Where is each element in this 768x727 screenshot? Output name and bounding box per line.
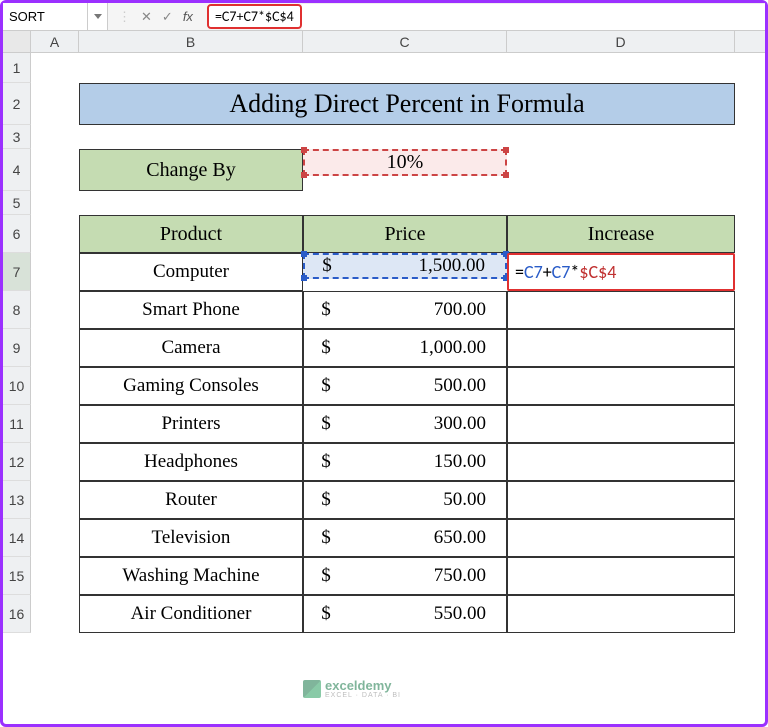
- cell-increase[interactable]: [507, 367, 735, 405]
- chevron-down-icon: [94, 14, 102, 19]
- change-by-value[interactable]: 10%: [303, 149, 507, 176]
- watermark-sub: EXCEL · DATA · BI: [325, 692, 401, 699]
- formula-controls: ⋮ ✕ ✓ fx: [108, 3, 203, 30]
- formula-star: *: [570, 261, 579, 283]
- cell-price-selected[interactable]: $ 1,500.00: [303, 253, 507, 279]
- header-price[interactable]: Price: [303, 215, 507, 253]
- currency-symbol: $: [315, 255, 339, 277]
- cell-product[interactable]: Printers: [79, 405, 303, 443]
- cell-increase[interactable]: [507, 329, 735, 367]
- cell-price[interactable]: $1,000.00: [303, 329, 507, 367]
- row-header-7[interactable]: 7: [3, 253, 31, 291]
- cell-product[interactable]: Washing Machine: [79, 557, 303, 595]
- formula-bar: SORT ⋮ ✕ ✓ fx =C7+C7*$C$4: [3, 3, 765, 31]
- accept-icon[interactable]: ✓: [162, 9, 173, 25]
- col-header-B[interactable]: B: [79, 31, 303, 52]
- header-increase[interactable]: Increase: [507, 215, 735, 253]
- cell-increase[interactable]: [507, 481, 735, 519]
- cell-product[interactable]: Television: [79, 519, 303, 557]
- cell-price[interactable]: $750.00: [303, 557, 507, 595]
- formula-ref-c7b: C7: [552, 261, 571, 283]
- spreadsheet-grid: A B C D 1 2 Adding Direct Percent in For…: [3, 31, 765, 633]
- column-headers: A B C D: [3, 31, 765, 53]
- row-header-2[interactable]: 2: [3, 83, 31, 125]
- fx-icon[interactable]: fx: [183, 9, 193, 24]
- select-all-corner[interactable]: [3, 31, 31, 52]
- cell-product[interactable]: Headphones: [79, 443, 303, 481]
- formula-ref-c4: $C$4: [579, 261, 616, 283]
- cell-product[interactable]: Smart Phone: [79, 291, 303, 329]
- row-header-9[interactable]: 9: [3, 329, 31, 367]
- formula-input[interactable]: =C7+C7*$C$4: [207, 4, 302, 29]
- cell-increase[interactable]: [507, 291, 735, 329]
- formula-plus: +: [543, 261, 552, 283]
- cell-price[interactable]: $50.00: [303, 481, 507, 519]
- cell-product[interactable]: Router: [79, 481, 303, 519]
- cell-product[interactable]: Computer: [79, 253, 303, 291]
- col-header-C[interactable]: C: [303, 31, 507, 52]
- watermark-name: exceldemy: [325, 679, 401, 692]
- watermark-logo: exceldemy EXCEL · DATA · BI: [303, 679, 401, 699]
- row-header-4[interactable]: 4: [3, 149, 31, 191]
- cell-increase-editing[interactable]: =C7+C7*$C$4: [507, 253, 735, 291]
- row-header-10[interactable]: 10: [3, 367, 31, 405]
- row-header-6[interactable]: 6: [3, 215, 31, 253]
- header-product[interactable]: Product: [79, 215, 303, 253]
- row-header-15[interactable]: 15: [3, 557, 31, 595]
- row-header-14[interactable]: 14: [3, 519, 31, 557]
- cell-product[interactable]: Camera: [79, 329, 303, 367]
- cell-increase[interactable]: [507, 595, 735, 633]
- formula-eq: =: [515, 261, 524, 283]
- row-header-8[interactable]: 8: [3, 291, 31, 329]
- page-title[interactable]: Adding Direct Percent in Formula: [79, 83, 735, 125]
- exceldemy-icon: [303, 680, 321, 698]
- row-header-3[interactable]: 3: [3, 125, 31, 149]
- change-by-label[interactable]: Change By: [79, 149, 303, 191]
- name-box[interactable]: SORT: [3, 3, 88, 30]
- cell-increase[interactable]: [507, 443, 735, 481]
- cell-product[interactable]: Gaming Consoles: [79, 367, 303, 405]
- cell-price[interactable]: $500.00: [303, 367, 507, 405]
- cell-product[interactable]: Air Conditioner: [79, 595, 303, 633]
- price-value: 1,500.00: [339, 255, 495, 277]
- cancel-icon[interactable]: ✕: [141, 9, 152, 25]
- formula-ref-c7: C7: [524, 261, 543, 283]
- cell-increase[interactable]: [507, 405, 735, 443]
- row-header-5[interactable]: 5: [3, 191, 31, 215]
- row-header-12[interactable]: 12: [3, 443, 31, 481]
- change-by-text: 10%: [387, 151, 424, 174]
- cell-price[interactable]: $150.00: [303, 443, 507, 481]
- cell-price[interactable]: $650.00: [303, 519, 507, 557]
- cell-price[interactable]: $550.00: [303, 595, 507, 633]
- divider-icon: ⋮: [118, 9, 131, 25]
- col-header-A[interactable]: A: [31, 31, 79, 52]
- row-header-1[interactable]: 1: [3, 53, 31, 83]
- col-header-D[interactable]: D: [507, 31, 735, 52]
- row-header-16[interactable]: 16: [3, 595, 31, 633]
- cell-price[interactable]: $300.00: [303, 405, 507, 443]
- cell-increase[interactable]: [507, 519, 735, 557]
- cell-price[interactable]: $700.00: [303, 291, 507, 329]
- row-header-11[interactable]: 11: [3, 405, 31, 443]
- row-header-13[interactable]: 13: [3, 481, 31, 519]
- name-box-dropdown[interactable]: [88, 3, 108, 30]
- formula-bar-spacer: [302, 3, 765, 30]
- cell-increase[interactable]: [507, 557, 735, 595]
